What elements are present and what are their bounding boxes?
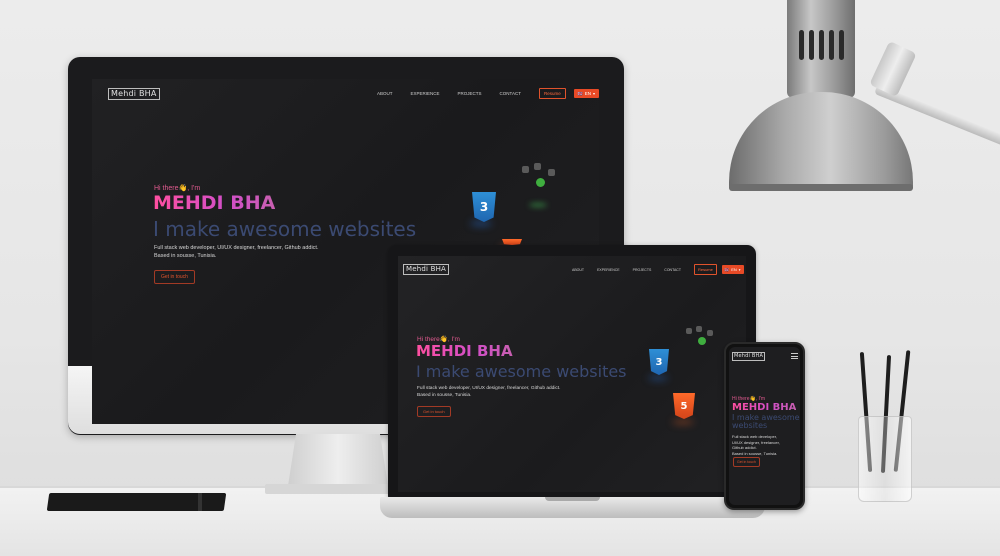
hero-name: MEHDI BHA (153, 192, 276, 214)
nodejs-cube (686, 328, 692, 334)
nodejs-cube (707, 330, 713, 336)
css3-badge: 3 (649, 349, 669, 375)
css3-badge: 3 (472, 192, 496, 222)
nav-projects[interactable]: PROJECTS (633, 268, 652, 272)
get-in-touch-button[interactable]: Get in touch (733, 457, 760, 467)
pencil-cup (858, 416, 912, 502)
lamp-neck (787, 0, 855, 98)
main-nav: ABOUT EXPERIENCE PROJECTS CONTACT Resume… (572, 264, 744, 275)
site-logo[interactable]: Mehdi BHA (403, 264, 450, 275)
portfolio-site-laptop: Mehdi BHA ABOUT EXPERIENCE PROJECTS CONT… (398, 256, 746, 492)
css-glow (648, 376, 668, 380)
hero-description: Full stack web developer, UI/UX designer… (154, 245, 394, 261)
nodejs-cube (534, 163, 541, 170)
css3-badge-icon: 3 (472, 192, 496, 222)
laptop-screen: Mehdi BHA ABOUT EXPERIENCE PROJECTS CONT… (398, 256, 746, 492)
language-select[interactable]: 🇬🇧 EN ▾ (721, 265, 744, 274)
nav-experience[interactable]: EXPERIENCE (411, 91, 440, 96)
hamburger-menu-icon[interactable] (791, 353, 798, 359)
description-line: Based in sousse, Tunisia. (732, 450, 778, 456)
resume-button[interactable]: Resume (538, 88, 566, 99)
main-nav: ABOUT EXPERIENCE PROJECTS CONTACT Resume… (377, 88, 599, 99)
description-line: Full stack web developer, UI/UX designer… (417, 386, 561, 391)
tagline-line: websites (732, 421, 768, 431)
portfolio-site-mobile: Mehdi BHA Hi there👋, I'm MEHDI BHA I mak… (729, 347, 800, 505)
lamp-vent-slot (819, 30, 824, 60)
language-select[interactable]: 🇬🇧 EN ▾ (573, 89, 599, 98)
hero-name: MEHDI BHA (416, 342, 513, 360)
nodejs-glow (529, 203, 547, 207)
css3-badge-icon: 3 (649, 349, 669, 375)
hero-tagline: I make awesome websites (732, 413, 800, 431)
site-logo[interactable]: Mehdi BHA (108, 88, 160, 100)
nav-about[interactable]: ABOUT (572, 268, 584, 272)
chevron-down-icon: ▾ (738, 267, 741, 272)
hero-description: Full stack web developer, UI/UX designer… (732, 434, 798, 456)
lamp-vent-slot (799, 30, 804, 60)
description-line: Full stack web developer, UI/UX designer… (154, 245, 319, 251)
laptop-notch (545, 497, 600, 501)
resume-button[interactable]: Resume (693, 264, 717, 275)
nav-contact[interactable]: CONTACT (500, 91, 521, 96)
greeting-text: Hi there👋, I'm (154, 185, 201, 192)
notebook-band (198, 493, 202, 511)
nav-contact[interactable]: CONTACT (664, 268, 681, 272)
description-line: Based in sousse, Tunisia. (417, 392, 472, 398)
uk-flag-icon: 🇬🇧 (577, 91, 583, 96)
lamp-vent-slot (839, 30, 844, 60)
nodejs-icon (698, 337, 706, 345)
hero-description: Full stack web developer, UI/UX designer… (417, 386, 617, 400)
nodejs-icon (536, 178, 545, 187)
language-label: EN (731, 267, 737, 272)
html5-badge: 5 (673, 393, 695, 419)
nav-about[interactable]: ABOUT (377, 91, 393, 96)
monitor-stand (288, 434, 388, 486)
nav-experience[interactable]: EXPERIENCE (597, 268, 620, 272)
nav-projects[interactable]: PROJECTS (458, 91, 482, 96)
uk-flag-icon: 🇬🇧 (724, 267, 730, 272)
hero-name: MEHDI BHA (732, 402, 797, 413)
get-in-touch-button[interactable]: Get in touch (154, 270, 195, 284)
lamp-vent-slot (809, 30, 814, 60)
nodejs-cube (548, 169, 555, 176)
hero-tagline: I make awesome websites (153, 217, 417, 241)
chevron-down-icon: ▾ (592, 91, 595, 96)
lamp-shade (729, 92, 913, 190)
nodejs-cube (696, 326, 702, 332)
get-in-touch-button[interactable]: Get in touch (417, 406, 451, 417)
description-line: Based in sousse, Tunisia. (154, 252, 217, 259)
nodejs-cube (522, 166, 529, 173)
phone-screen: Mehdi BHA Hi there👋, I'm MEHDI BHA I mak… (729, 347, 800, 505)
site-logo[interactable]: Mehdi BHA (732, 352, 766, 361)
hero-tagline: I make awesome websites (416, 362, 627, 381)
lamp-rim (729, 184, 913, 191)
html-glow (672, 420, 694, 424)
language-label: EN (584, 91, 591, 96)
html5-badge-icon: 5 (673, 393, 695, 419)
lamp-vent-slot (829, 30, 834, 60)
